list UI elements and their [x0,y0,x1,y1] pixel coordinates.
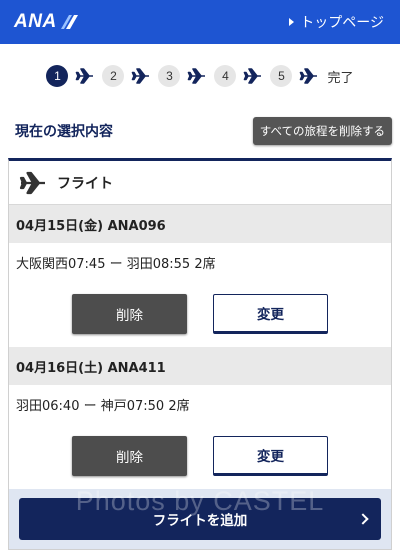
step-1: 1 [46,65,69,87]
flight-route: 大阪関西07:45 ー 羽田08:55 2席 [16,256,216,272]
change-flight-button[interactable]: 変更 [213,294,328,334]
add-flight-button[interactable]: フライトを追加 [19,498,381,540]
plane-icon [132,68,150,84]
flight-header: 04月16日(土) ANA411 [9,347,391,385]
delete-flight-button[interactable]: 削除 [72,436,187,476]
plane-icon [300,68,318,84]
add-flight-area: フライトを追加 [9,489,391,549]
panel-header: フライト [9,161,391,205]
selection-header: 現在の選択内容 すべての旅程を削除する [0,106,400,156]
panel-title: フライト [57,175,113,192]
logo-text: ANA [14,11,57,32]
delete-all-itineraries-button[interactable]: すべての旅程を削除する [252,117,392,145]
change-flight-button[interactable]: 変更 [213,436,328,476]
chevron-right-icon [357,513,369,525]
plane-icon [76,68,94,84]
ana-logo[interactable]: ANA [14,11,78,33]
app-header: ANA トップページ [0,0,400,44]
flight-item: 04月15日(金) ANA096 大阪関西07:45 ー 羽田08:55 2席 … [9,205,391,347]
triangle-right-icon [289,18,295,26]
delete-flight-button[interactable]: 削除 [72,294,187,334]
logo-mark-icon [60,15,78,29]
selection-title: 現在の選択内容 [15,124,113,140]
top-page-link[interactable]: トップページ [289,12,384,32]
plane-icon [19,171,45,194]
step-done-label: 完了 [327,70,354,86]
add-flight-label: フライトを追加 [152,513,248,529]
plane-icon [188,68,206,84]
flight-item: 04月16日(土) ANA411 羽田06:40 ー 神戸07:50 2席 削除… [9,347,391,489]
step-indicator: 1 2 3 4 5 完了 [0,44,400,106]
step-3: 3 [158,65,181,87]
flight-actions: 削除 変更 [9,281,391,347]
plane-icon [244,68,262,84]
flight-route: 羽田06:40 ー 神戸07:50 2席 [16,398,190,414]
step-4: 4 [214,65,237,87]
step-5: 5 [270,65,293,87]
flight-panel: フライト 04月15日(金) ANA096 大阪関西07:45 ー 羽田08:5… [8,158,392,550]
flight-actions: 削除 変更 [9,423,391,489]
step-2: 2 [102,65,125,87]
flight-header: 04月15日(金) ANA096 [9,205,391,243]
top-page-link-label: トップページ [300,15,384,31]
